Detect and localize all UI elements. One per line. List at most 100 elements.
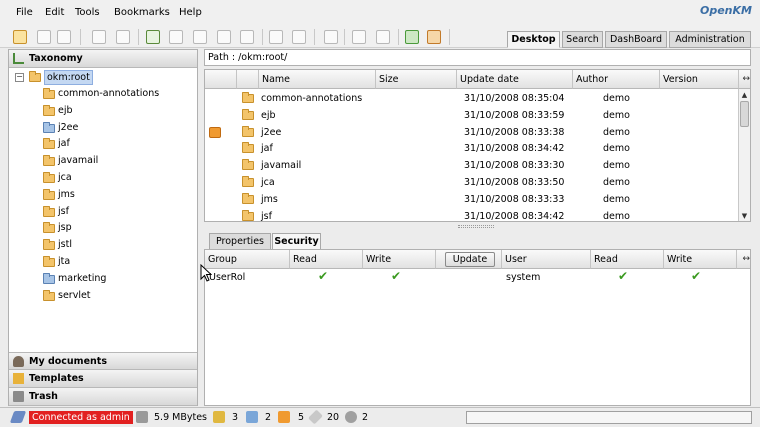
group-read-check-icon[interactable]: ✔ — [318, 269, 328, 283]
menu-bookmarks[interactable]: Bookmarks — [114, 7, 170, 18]
tab-administration[interactable]: Administration — [669, 31, 751, 48]
templates-header[interactable]: Templates — [9, 370, 197, 388]
group-write-check-icon[interactable]: ✔ — [391, 269, 401, 283]
subscription-icon[interactable] — [278, 411, 290, 423]
unlock-icon[interactable] — [116, 30, 130, 44]
my-documents-label: My documents — [29, 356, 107, 367]
tree-item[interactable]: j2ee — [9, 120, 197, 136]
tree-item[interactable]: jca — [9, 170, 197, 186]
workflow-icon[interactable] — [324, 30, 338, 44]
tree-item[interactable]: jaf — [9, 136, 197, 152]
update-date: 31/10/2008 08:33:30 — [464, 160, 565, 172]
lock-icon[interactable] — [213, 411, 225, 423]
table-row[interactable]: javamail 31/10/2008 08:33:30 demo — [205, 157, 739, 174]
update-button[interactable]: Update — [445, 252, 495, 267]
remove-property-group-icon[interactable] — [376, 30, 390, 44]
tree-item[interactable]: jms — [9, 187, 197, 203]
tree-item-label: jca — [58, 172, 72, 183]
delete-icon[interactable] — [169, 30, 183, 44]
column-header-author[interactable]: Author — [573, 70, 660, 89]
tree-item[interactable]: ejb — [9, 103, 197, 119]
table-row[interactable]: jms 31/10/2008 08:33:33 demo — [205, 191, 739, 208]
tree-root[interactable]: − okm:root — [9, 69, 197, 85]
menu-tools[interactable]: Tools — [75, 7, 100, 18]
home-icon[interactable] — [427, 30, 441, 44]
checkout-icon[interactable] — [193, 30, 207, 44]
trash-header[interactable]: Trash — [9, 388, 197, 406]
tree-item[interactable]: javamail — [9, 153, 197, 169]
table-row[interactable]: jca 31/10/2008 08:33:50 demo — [205, 174, 739, 191]
tree-item[interactable]: common-annotations — [9, 86, 197, 102]
cancel-checkout-icon[interactable] — [240, 30, 254, 44]
menu-file[interactable]: File — [16, 7, 33, 18]
folder-icon — [242, 108, 254, 120]
tab-search[interactable]: Search — [562, 31, 603, 48]
folder-icon — [43, 205, 55, 217]
tab-properties[interactable]: Properties — [209, 233, 271, 250]
folder-icon — [242, 92, 254, 103]
column-header-size[interactable]: Size — [376, 70, 457, 89]
tree-item[interactable]: marketing — [9, 271, 197, 287]
tree-item[interactable]: jstl — [9, 237, 197, 253]
refresh-icon[interactable] — [405, 30, 419, 44]
checkin-icon[interactable] — [217, 30, 231, 44]
user-read-check-icon[interactable]: ✔ — [618, 269, 628, 283]
column-header-version[interactable]: Version — [660, 70, 739, 89]
openkm-logo: OpenKM — [700, 4, 752, 17]
lightning-icon — [13, 373, 24, 384]
scroll-down-icon[interactable]: ▼ — [740, 211, 749, 221]
author: demo — [603, 109, 630, 121]
scroll-thumb[interactable] — [740, 101, 749, 127]
scroll-up-icon[interactable]: ▲ — [740, 90, 749, 100]
tree-item[interactable]: servlet — [9, 288, 197, 304]
expand-columns-icon[interactable]: ↔ — [742, 70, 750, 89]
update-header-cell: Update — [436, 250, 502, 269]
menu-edit[interactable]: Edit — [45, 7, 64, 18]
download-icon[interactable] — [269, 30, 283, 44]
taxonomy-header[interactable]: Taxonomy — [9, 50, 197, 68]
status-bar: Connected as admin 5.9 MBytes 3 2 5 20 2 — [0, 407, 760, 427]
author: demo — [603, 160, 630, 172]
toolbar-separator — [138, 29, 139, 45]
folder-icon — [43, 239, 55, 251]
tree-item[interactable]: jsp — [9, 220, 197, 236]
column-resize-header[interactable]: ↔ — [739, 70, 750, 89]
collapse-icon[interactable]: − — [15, 73, 24, 82]
toolbar-separator — [262, 29, 263, 45]
add-property-group-icon[interactable] — [352, 30, 366, 44]
file-name: j2ee — [261, 126, 282, 138]
my-documents-header[interactable]: My documents — [9, 352, 197, 370]
add-document-icon[interactable] — [146, 30, 160, 44]
splitter-grip[interactable] — [458, 225, 494, 228]
column-header-group: Group — [205, 250, 290, 269]
tree-root-label: okm:root — [44, 70, 93, 85]
tree-item-label: jstl — [58, 239, 72, 251]
file-name: jaf — [261, 143, 273, 155]
table-row[interactable]: j2ee 31/10/2008 08:33:38 demo — [205, 124, 739, 141]
table-row[interactable]: jsf 31/10/2008 08:34:42 demo — [205, 208, 739, 221]
tab-dashboard[interactable]: DashBoard — [605, 31, 667, 48]
checkout-icon[interactable] — [246, 411, 258, 423]
tab-security[interactable]: Security — [272, 233, 321, 250]
panel-splitter[interactable] — [204, 223, 751, 231]
table-row[interactable]: common-annotations 31/10/2008 08:35:04 dem… — [205, 90, 739, 107]
tree-item[interactable]: jta — [9, 254, 197, 270]
column-resize-header[interactable]: ↔ — [737, 250, 750, 269]
tree-item[interactable]: jsf — [9, 204, 197, 220]
lock-icon[interactable] — [92, 30, 106, 44]
create-folder-icon[interactable] — [13, 30, 27, 44]
expand-columns-icon[interactable]: ↔ — [742, 250, 750, 269]
tag-icon[interactable] — [308, 409, 323, 425]
user-write-check-icon[interactable]: ✔ — [691, 269, 701, 283]
menu-help[interactable]: Help — [179, 7, 202, 18]
gear-icon[interactable] — [345, 411, 357, 423]
table-row[interactable]: ejb 31/10/2008 08:33:59 demo — [205, 107, 739, 124]
column-header-update-date[interactable]: Update date — [457, 70, 573, 89]
find-document-icon[interactable] — [57, 30, 71, 44]
vertical-scrollbar[interactable]: ▲ ▼ — [738, 89, 750, 221]
find-folder-icon[interactable] — [37, 30, 51, 44]
tab-desktop[interactable]: Desktop — [507, 31, 560, 48]
download-pdf-icon[interactable] — [292, 30, 306, 44]
table-row[interactable]: jaf 31/10/2008 08:34:42 demo — [205, 140, 739, 157]
column-header-name[interactable]: Name — [259, 70, 376, 89]
